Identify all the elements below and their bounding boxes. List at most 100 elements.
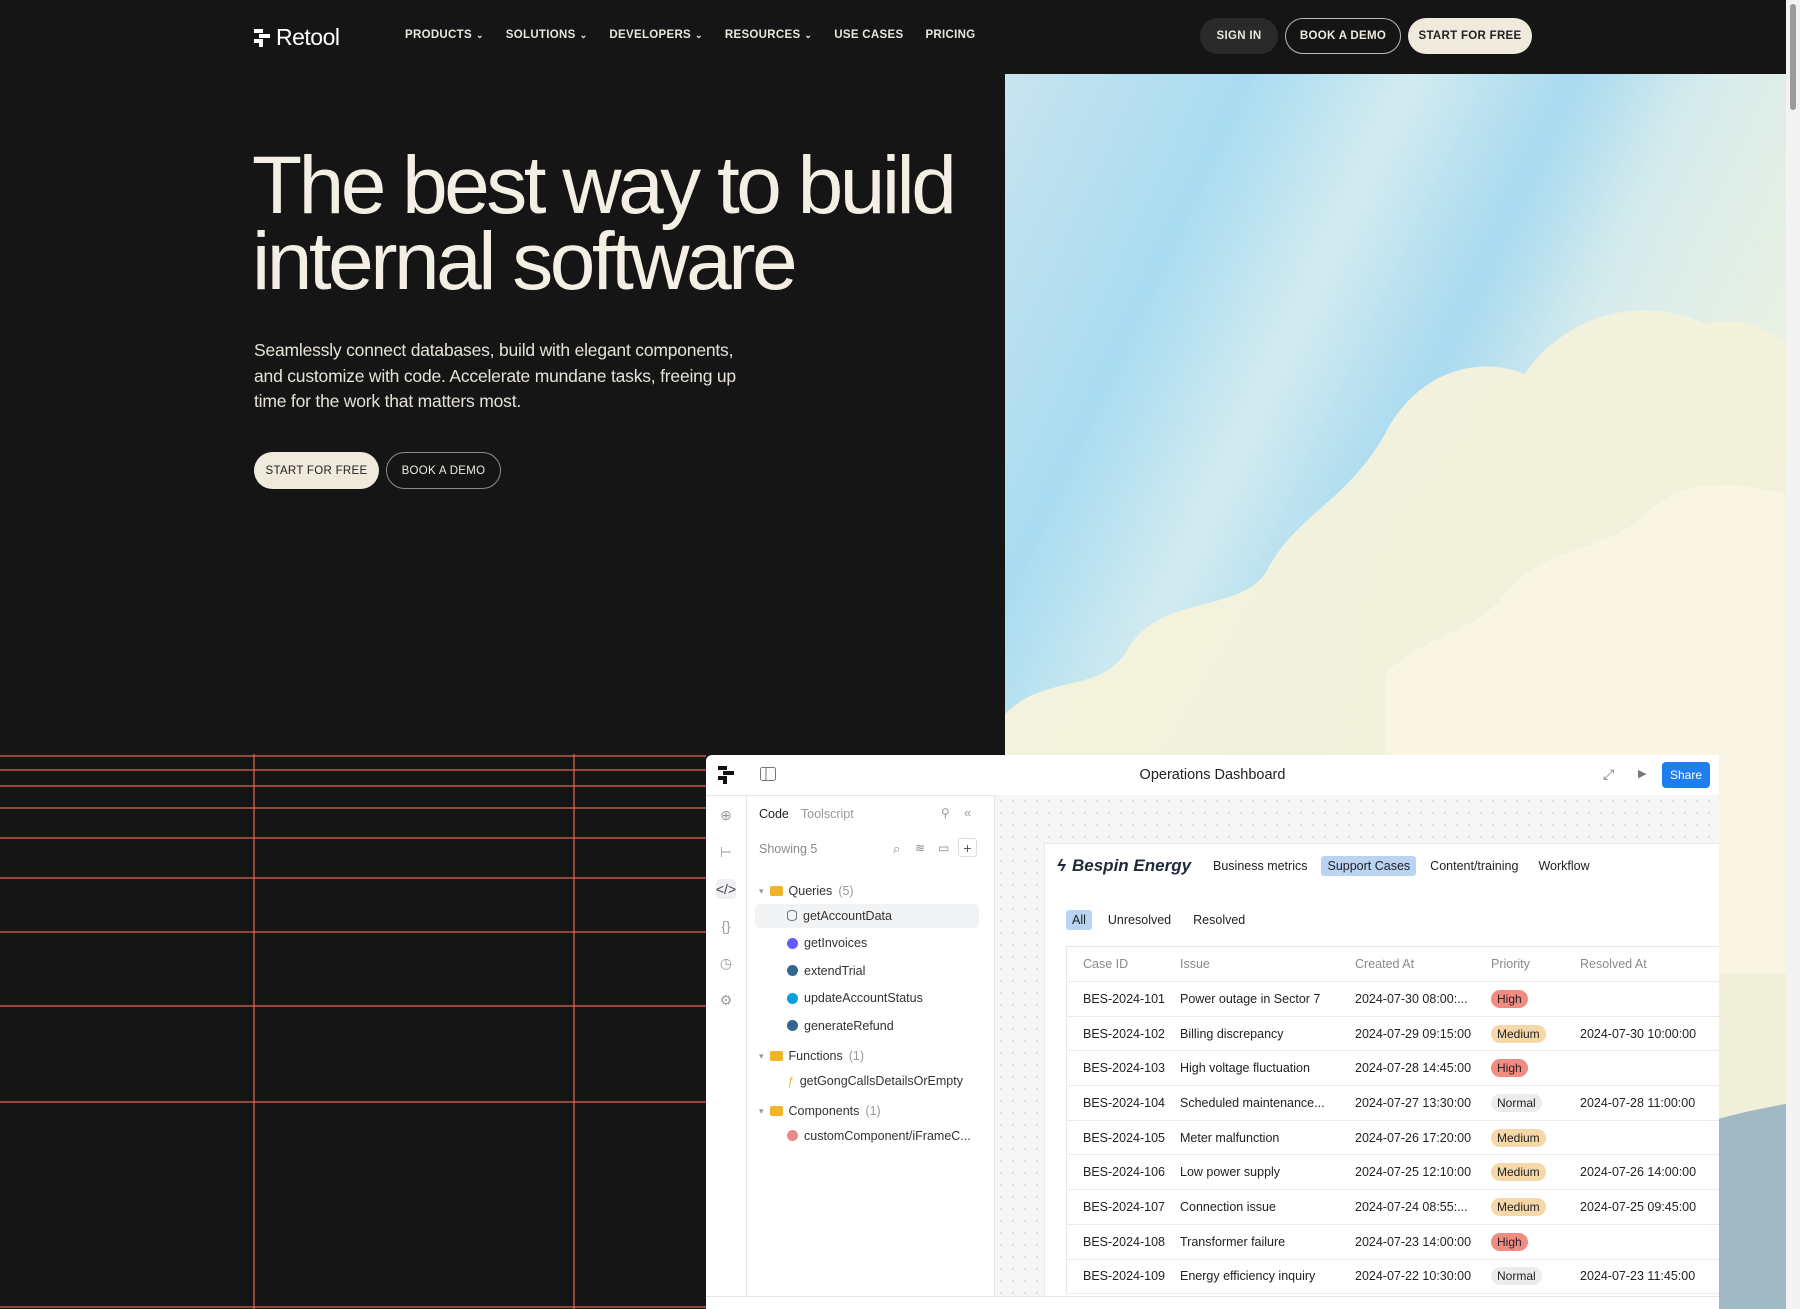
- table-row[interactable]: BES-2024-106 Low power supply 2024-07-25 1…: [1067, 1155, 1719, 1191]
- table-row[interactable]: BES-2024-103 High voltage fluctuation 2024…: [1067, 1051, 1719, 1087]
- search-icon[interactable]: ⌕: [893, 841, 900, 857]
- tree-item-label: generateRefund: [804, 1018, 894, 1033]
- bespin-brand-name: Bespin Energy: [1072, 856, 1192, 875]
- tab-toolscript[interactable]: Toolscript: [801, 807, 854, 821]
- priority-badge: Medium: [1491, 1128, 1546, 1147]
- retool-logo-icon: [254, 28, 270, 47]
- page-scrollbar[interactable]: [1786, 0, 1800, 1309]
- sign-in-button[interactable]: SIGN IN: [1200, 18, 1278, 54]
- column-header[interactable]: Resolved At: [1576, 957, 1719, 971]
- add-icon[interactable]: ⊕: [716, 805, 736, 825]
- tree-item[interactable]: ƒ getGongCallsDetailsOrEmpty: [755, 1069, 979, 1093]
- share-button[interactable]: Share: [1662, 762, 1710, 788]
- settings-icon[interactable]: ⚙: [716, 990, 736, 1010]
- column-header[interactable]: Case ID: [1067, 957, 1178, 971]
- tree-item[interactable]: updateAccountStatus: [755, 986, 979, 1010]
- caret-down-icon: ▾: [759, 885, 764, 896]
- tree-item-label: customComponent/iFrameC...: [804, 1128, 971, 1143]
- folder-count: (1): [848, 1049, 865, 1063]
- state-icon[interactable]: {}: [716, 916, 736, 936]
- caret-down-icon: ▾: [759, 1105, 764, 1116]
- app-tab-business-metrics[interactable]: Business metrics: [1207, 856, 1313, 876]
- status-bar: [706, 1296, 1719, 1309]
- priority-badge: Medium: [1491, 1163, 1546, 1182]
- database-icon: [787, 910, 797, 921]
- decorative-grid: [0, 754, 706, 1309]
- resolved-at-cell: 2024-07-30 10:00:00: [1580, 1026, 1697, 1041]
- app-tab-workflow[interactable]: Workflow: [1532, 856, 1595, 876]
- case-id-cell: BES-2024-107: [1083, 1199, 1166, 1214]
- folder-add-icon[interactable]: ▭: [938, 841, 949, 855]
- case-id-cell: BES-2024-102: [1083, 1026, 1166, 1041]
- scrollbar-thumb[interactable]: [1790, 4, 1796, 110]
- tree-icon[interactable]: ⊢: [716, 842, 736, 862]
- filter-unresolved[interactable]: Unresolved: [1102, 910, 1177, 930]
- table-row[interactable]: BES-2024-105 Meter malfunction 2024-07-26 …: [1067, 1121, 1719, 1156]
- filter-icon[interactable]: ≋: [915, 841, 925, 855]
- hero-start-free-button[interactable]: START FOR FREE: [254, 452, 379, 489]
- tree-item[interactable]: getAccountData: [755, 903, 979, 928]
- case-id-cell: BES-2024-103: [1083, 1061, 1166, 1076]
- resolved-at-cell: 2024-07-23 11:45:00: [1580, 1269, 1696, 1284]
- nav-link-resources[interactable]: RESOURCES ⌄: [725, 29, 812, 41]
- column-header[interactable]: Created At: [1345, 957, 1483, 971]
- column-header[interactable]: Issue: [1178, 957, 1345, 971]
- pin-icon[interactable]: ⚲: [941, 806, 950, 820]
- table-row[interactable]: BES-2024-102 Billing discrepancy 2024-07-2…: [1067, 1017, 1719, 1052]
- priority-cell: High: [1483, 989, 1576, 1008]
- tree-item-label: getAccountData: [803, 908, 892, 923]
- case-id-cell: BES-2024-104: [1083, 1095, 1166, 1110]
- nav-link-label: DEVELOPERS: [609, 29, 692, 41]
- chevron-down-icon: ⌄: [804, 29, 813, 40]
- column-header[interactable]: Priority: [1483, 957, 1576, 971]
- issue-cell: Low power supply: [1180, 1165, 1281, 1180]
- nav-link-label: PRODUCTS: [405, 29, 472, 41]
- folder-functions[interactable]: ▾ Functions (1): [759, 1044, 864, 1068]
- table-row[interactable]: BES-2024-101 Power outage in Sector 7 2024…: [1067, 982, 1719, 1017]
- folder-queries[interactable]: ▾ Queries (5): [759, 879, 854, 903]
- tab-code[interactable]: Code: [759, 807, 789, 821]
- filter-resolved[interactable]: Resolved: [1187, 910, 1251, 930]
- play-icon[interactable]: ▶: [1638, 767, 1646, 780]
- expand-icon[interactable]: ⤢: [1603, 766, 1614, 783]
- tree-item[interactable]: customComponent/iFrameC...: [755, 1124, 979, 1148]
- priority-cell: High: [1483, 1232, 1576, 1251]
- operations-dashboard-window: Operations Dashboard ⤢ ▶ Share ⊕ ⊢ </> {…: [706, 755, 1719, 1309]
- nav-link-use-cases[interactable]: USE CASES: [834, 29, 903, 41]
- code-panel: Code Toolscript ⚲ « Showing 5 ⌕ ≋ ▭ + ▾ Q…: [747, 795, 995, 1309]
- tree-item[interactable]: getInvoices: [755, 931, 979, 955]
- nav-link-products[interactable]: PRODUCTS ⌄: [405, 29, 484, 41]
- retool-logo[interactable]: Retool: [254, 24, 340, 51]
- table-row[interactable]: BES-2024-109 Energy efficiency inquiry 202…: [1067, 1260, 1719, 1295]
- issue-cell: Power outage in Sector 7: [1180, 991, 1321, 1006]
- nav-link-developers[interactable]: DEVELOPERS ⌄: [609, 29, 702, 41]
- table-row[interactable]: BES-2024-107 Connection issue 2024-07-24 0…: [1067, 1190, 1719, 1225]
- collapse-icon[interactable]: «: [964, 805, 971, 820]
- table-row[interactable]: BES-2024-104 Scheduled maintenance... 2024…: [1067, 1086, 1719, 1121]
- nav-link-pricing[interactable]: PRICING: [925, 29, 975, 41]
- created-at-cell: 2024-07-23 14:00:00: [1355, 1234, 1472, 1249]
- code-icon[interactable]: </>: [716, 879, 736, 899]
- tree-item[interactable]: extendTrial: [755, 959, 979, 983]
- case-id-cell: BES-2024-101: [1083, 991, 1166, 1006]
- folder-icon: [769, 1051, 783, 1061]
- history-icon[interactable]: ◷: [716, 953, 736, 973]
- folder-count: (1): [865, 1104, 881, 1118]
- priority-badge: Normal: [1491, 1093, 1542, 1112]
- app-tab-support-cases[interactable]: Support Cases: [1321, 856, 1417, 876]
- priority-badge: Normal: [1491, 1267, 1542, 1286]
- created-at-cell: 2024-07-24 08:55:...: [1355, 1199, 1468, 1214]
- nav-link-solutions[interactable]: SOLUTIONS ⌄: [506, 29, 588, 41]
- table-header: Case ID Issue Created At Priority Resolved A…: [1067, 947, 1719, 982]
- tree-item[interactable]: generateRefund: [755, 1014, 979, 1038]
- filter-all[interactable]: All: [1066, 910, 1092, 930]
- folder-components[interactable]: ▾ Components (1): [759, 1099, 881, 1123]
- start-free-button[interactable]: START FOR FREE: [1408, 18, 1532, 54]
- app-tab-content-training[interactable]: Content/training: [1424, 856, 1524, 876]
- folder-name: Queries: [788, 884, 833, 898]
- add-query-icon[interactable]: +: [958, 838, 977, 857]
- nav-link-label: USE CASES: [834, 29, 904, 41]
- hero-book-demo-button[interactable]: BOOK A DEMO: [386, 452, 501, 489]
- table-row[interactable]: BES-2024-108 Transformer failure 2024-07-2…: [1067, 1225, 1719, 1260]
- book-demo-button[interactable]: BOOK A DEMO: [1285, 18, 1401, 54]
